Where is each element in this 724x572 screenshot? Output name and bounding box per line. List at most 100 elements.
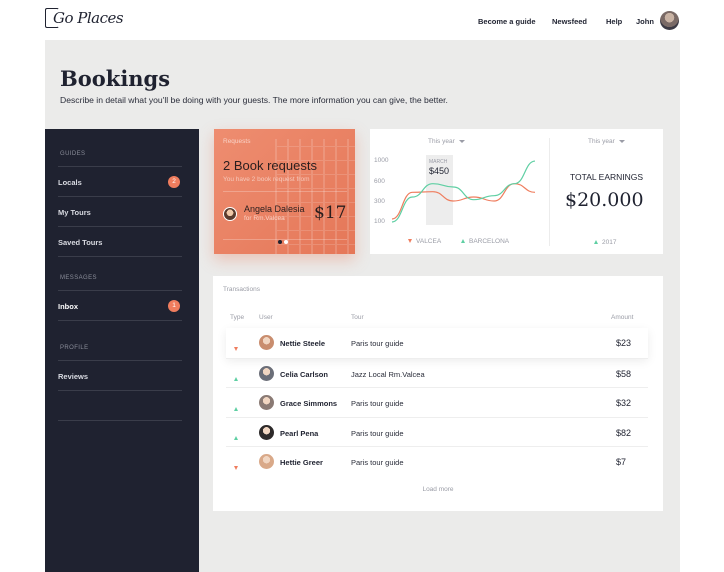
sidebar-item-saved-tours[interactable]: Saved Tours	[58, 226, 182, 256]
sidebar-item-reviews[interactable]: Reviews	[58, 360, 182, 390]
down-arrow-icon	[234, 340, 242, 358]
series-line-valcea	[391, 183, 536, 220]
user-avatar	[259, 454, 274, 469]
down-arrow-icon	[234, 459, 242, 477]
table-row[interactable]: Hettie Greer Paris tour guide $7	[226, 446, 648, 476]
amount: $7	[616, 457, 627, 467]
go-places-logo[interactable]: Go Places	[45, 7, 124, 31]
amount: $32	[616, 398, 632, 408]
divider	[223, 191, 347, 192]
sidebar-heading-profile: PROFILE	[60, 345, 89, 351]
amount: $82	[616, 427, 632, 438]
transactions-title: Transactions	[223, 286, 260, 293]
user-name: Pearl Pena	[280, 428, 319, 438]
nav-user-name[interactable]: John	[636, 17, 654, 26]
top-navbar: Go Places Become a guide Newsfeed Help J…	[0, 0, 724, 40]
tour-name: Paris tour guide	[351, 458, 404, 467]
up-arrow-icon	[234, 400, 242, 418]
user-avatar	[259, 424, 274, 440]
requester-name: Angela Dalesia	[244, 204, 305, 214]
column-header-tour: Tour	[351, 314, 364, 321]
transactions-card: Transactions Type User Tour Amount Netti…	[213, 276, 663, 511]
nav-become-guide[interactable]: Become a guide	[478, 17, 536, 26]
chevron-down-icon	[618, 139, 625, 143]
requester-location: for Rm.Valcea	[244, 215, 285, 222]
earnings-period-select[interactable]: This year	[588, 138, 625, 145]
tour-name: Paris tour guide	[351, 399, 404, 408]
tour-name: Paris tour guide	[351, 428, 404, 438]
sidebar-divider	[58, 256, 182, 257]
amount: $58	[616, 368, 632, 379]
up-arrow-icon	[234, 430, 242, 448]
table-row[interactable]: Pearl Pena Paris tour guide $82	[226, 416, 648, 448]
request-price: $17	[314, 203, 347, 223]
carousel-dot-active[interactable]	[278, 240, 282, 244]
stats-card: This year 1000 600 300 100 MARCH $450 VALCE…	[370, 129, 663, 254]
legend-barcelona: BARCELONA	[461, 238, 509, 245]
y-tick-label: 600	[374, 178, 385, 185]
column-header-user: User	[259, 314, 273, 321]
page-title: Bookings	[60, 66, 171, 91]
sidebar-divider	[58, 420, 182, 421]
y-tick-label: 1000	[374, 157, 389, 164]
sidebar-divider	[58, 320, 182, 321]
total-earnings-label: TOTAL EARNINGS	[570, 172, 644, 182]
highlight-value: $450	[429, 166, 449, 176]
sidebar-item-inbox[interactable]: Inbox 1	[58, 290, 182, 320]
page-description: Describe in detail what you'll be doing …	[60, 95, 448, 105]
user-avatar	[259, 365, 274, 381]
carousel-dots	[278, 231, 290, 249]
sidebar-item-label: Inbox	[58, 302, 78, 311]
user-name: Grace Simmons	[280, 399, 338, 408]
user-name: Nettie Steele	[280, 339, 326, 348]
sidebar-item-label: Saved Tours	[58, 238, 103, 247]
user-avatar	[259, 335, 274, 350]
sidebar-item-my-tours[interactable]: My Tours	[58, 196, 182, 226]
requester-avatar	[223, 207, 237, 221]
amount: $23	[616, 338, 632, 348]
notification-badge: 2	[168, 176, 180, 188]
logo-text: Go Places	[53, 9, 124, 27]
vertical-divider	[549, 138, 550, 246]
legend-valcea: VALCEA	[408, 238, 441, 245]
line-chart: 1000 600 300 100 MARCH $450	[374, 155, 536, 225]
highlight-month: MARCH	[429, 159, 448, 165]
table-row[interactable]: Celia Carlson Jazz Local Rm.Valcea $58	[226, 357, 648, 389]
requests-title: 2 Book requests	[223, 158, 317, 173]
sidebar-item-label: Locals	[58, 178, 82, 187]
nav-help[interactable]: Help	[606, 17, 622, 26]
y-tick-label: 300	[374, 198, 385, 205]
sidebar-heading-guides: GUIDES	[60, 151, 86, 157]
column-header-type: Type	[230, 314, 245, 321]
user-avatar	[259, 395, 274, 410]
column-header-amount: Amount	[611, 314, 634, 321]
tour-name: Paris tour guide	[351, 339, 404, 348]
earnings-year: 2017	[594, 239, 616, 246]
carousel-dot[interactable]	[284, 240, 288, 244]
requests-subtitle: You have 2 book request from	[223, 176, 310, 183]
user-name: Celia Carlson	[280, 369, 328, 379]
divider	[223, 239, 347, 240]
user-name: Hettie Greer	[280, 458, 323, 467]
booking-requests-card[interactable]: Requests 2 Book requests You have 2 book…	[214, 129, 355, 254]
y-tick-label: 100	[374, 218, 385, 225]
sidebar-item-label: Reviews	[58, 372, 89, 381]
nav-newsfeed[interactable]: Newsfeed	[552, 17, 587, 26]
notification-badge: 1	[168, 300, 180, 312]
tour-name: Jazz Local Rm.Valcea	[351, 369, 425, 379]
requests-label: Requests	[223, 138, 251, 145]
sidebar-item-label: My Tours	[58, 208, 91, 217]
up-arrow-icon	[461, 239, 465, 244]
up-arrow-icon	[594, 240, 598, 245]
down-arrow-icon	[408, 239, 412, 244]
sidebar-heading-messages: MESSAGES	[60, 275, 97, 281]
load-more-button[interactable]: Load more	[213, 486, 663, 493]
table-row[interactable]: Grace Simmons Paris tour guide $32	[226, 387, 648, 417]
sidebar-divider	[58, 390, 182, 420]
series-line-barcelona	[391, 160, 536, 223]
sidebar-item-locals[interactable]: Locals 2	[58, 166, 182, 196]
user-avatar[interactable]	[660, 11, 679, 30]
up-arrow-icon	[234, 371, 242, 389]
total-earnings-value: $20.000	[565, 189, 644, 211]
table-row[interactable]: Nettie Steele Paris tour guide $23	[226, 328, 648, 358]
